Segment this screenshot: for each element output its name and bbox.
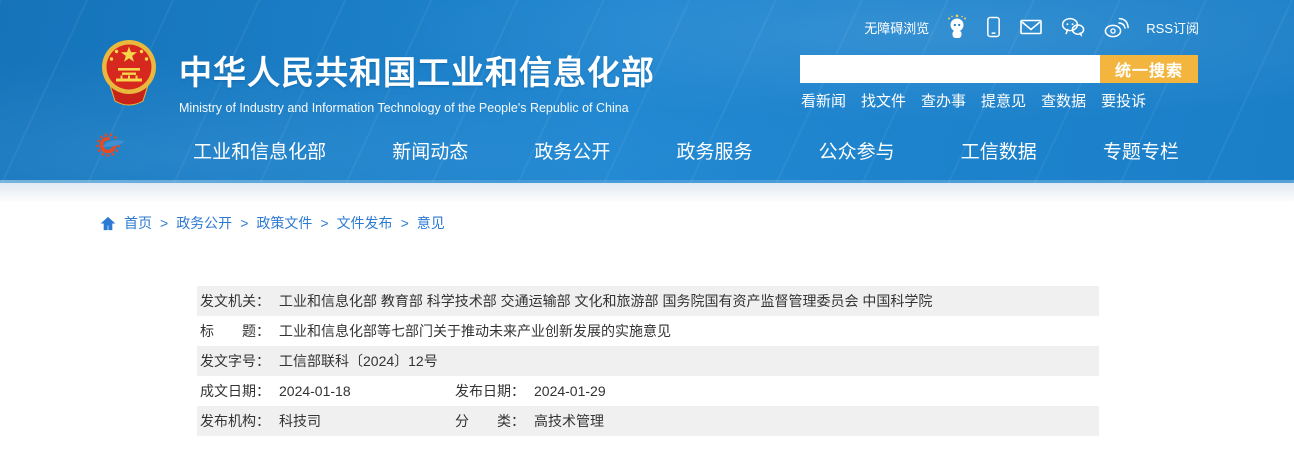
meta-value: 2024-01-29 (534, 383, 606, 399)
meta-label: 成文日期： (200, 381, 270, 401)
meta-cell-written-date: 成文日期： 2024-01-18 (200, 381, 455, 401)
weibo-icon[interactable] (1103, 16, 1129, 39)
rss-link[interactable]: RSS订阅 (1146, 18, 1199, 37)
meta-cell-publisher: 发布机构： 科技司 (200, 411, 455, 431)
meta-label: 发布机构： (200, 411, 270, 431)
search-bar: 统一搜索 (800, 55, 1198, 83)
site-header: 无障碍浏览 (0, 0, 1294, 183)
breadcrumb-separator: > (401, 215, 409, 231)
page: 无障碍浏览 (0, 0, 1294, 464)
nav-item-public-participation[interactable]: 公众参与 (819, 137, 895, 164)
meta-label: 发文字号： (200, 351, 270, 371)
mail-icon[interactable] (1019, 17, 1043, 37)
site-title: 中华人民共和国工业和信息化部 (179, 46, 655, 94)
wechat-icon[interactable] (1060, 16, 1086, 38)
meta-label: 分 类： (455, 411, 525, 431)
accessibility-link[interactable]: 无障碍浏览 (864, 18, 929, 37)
mascot-robot-icon[interactable] (946, 14, 968, 40)
meta-cell-category: 分 类： 高技术管理 (455, 411, 604, 431)
quick-link-complaints[interactable]: 要投诉 (1101, 90, 1146, 111)
nav-item-gov-services[interactable]: 政务服务 (676, 137, 752, 164)
breadcrumb-document-release[interactable]: 文件发布 (337, 213, 393, 233)
miit-gear-logo-icon[interactable] (94, 129, 128, 161)
mobile-icon[interactable] (985, 15, 1002, 39)
meta-value: 工业和信息化部 教育部 科学技术部 交通运输部 文化和旅游部 国务院国有资产监督… (279, 291, 932, 311)
breadcrumb-opinions[interactable]: 意见 (417, 213, 445, 233)
nav-item-special-topics[interactable]: 专题专栏 (1103, 137, 1179, 164)
meta-label: 标 题： (200, 321, 270, 341)
meta-cell-publish-date: 发布日期： 2024-01-29 (455, 381, 606, 401)
nav-items: 工业和信息化部 新闻动态 政务公开 政务服务 公众参与 工信数据 专题专栏 (160, 126, 1212, 174)
national-emblem-icon (100, 38, 158, 108)
meta-value: 高技术管理 (534, 411, 604, 431)
quick-link-data[interactable]: 查数据 (1041, 90, 1086, 111)
doc-meta-table: 发文机关： 工业和信息化部 教育部 科学技术部 交通运输部 文化和旅游部 国务院… (197, 286, 1099, 436)
main-nav: 工业和信息化部 新闻动态 政务公开 政务服务 公众参与 工信数据 专题专栏 (0, 126, 1294, 174)
nav-item-miit-data[interactable]: 工信数据 (961, 137, 1037, 164)
meta-row-dates: 成文日期： 2024-01-18 发布日期： 2024-01-29 (197, 376, 1099, 406)
breadcrumb-gov-disclosure[interactable]: 政务公开 (176, 213, 232, 233)
unified-search-button[interactable]: 统一搜索 (1100, 55, 1198, 83)
quick-links: 看新闻 找文件 查办事 提意见 查数据 要投诉 (801, 90, 1146, 111)
quick-link-suggestions[interactable]: 提意见 (981, 90, 1026, 111)
breadcrumb-separator: > (320, 215, 328, 231)
nav-item-miit[interactable]: 工业和信息化部 (193, 137, 326, 164)
breadcrumb: 首页 > 政务公开 > 政策文件 > 文件发布 > 意见 (100, 214, 1294, 232)
meta-value: 2024-01-18 (279, 383, 351, 399)
meta-row-document-number: 发文字号： 工信部联科〔2024〕12号 (197, 346, 1099, 376)
meta-label: 发布日期： (455, 381, 525, 401)
quick-link-documents[interactable]: 找文件 (861, 90, 906, 111)
meta-label: 发文机关： (200, 291, 270, 311)
meta-value: 工业和信息化部等七部门关于推动未来产业创新发展的实施意见 (279, 321, 671, 341)
breadcrumb-home[interactable]: 首页 (124, 213, 152, 233)
quick-link-news[interactable]: 看新闻 (801, 90, 846, 111)
header-fade-strip (0, 183, 1294, 203)
breadcrumb-separator: > (160, 215, 168, 231)
topbar: 无障碍浏览 (864, 13, 1199, 41)
meta-value: 科技司 (279, 411, 321, 431)
meta-row-issuing-agency: 发文机关： 工业和信息化部 教育部 科学技术部 交通运输部 文化和旅游部 国务院… (197, 286, 1099, 316)
brand-text: 中华人民共和国工业和信息化部 Ministry of Industry and … (179, 38, 655, 115)
breadcrumb-policy-documents[interactable]: 政策文件 (256, 213, 312, 233)
meta-row-publisher-category: 发布机构： 科技司 分 类： 高技术管理 (197, 406, 1099, 436)
site-logo[interactable]: 中华人民共和国工业和信息化部 Ministry of Industry and … (100, 38, 655, 115)
nav-item-gov-disclosure[interactable]: 政务公开 (534, 137, 610, 164)
breadcrumb-separator: > (240, 215, 248, 231)
site-subtitle: Ministry of Industry and Information Tec… (179, 101, 655, 115)
quick-link-services[interactable]: 查办事 (921, 90, 966, 111)
search-input[interactable] (800, 55, 1100, 83)
nav-item-news[interactable]: 新闻动态 (392, 137, 468, 164)
meta-row-title: 标 题： 工业和信息化部等七部门关于推动未来产业创新发展的实施意见 (197, 316, 1099, 346)
meta-value: 工信部联科〔2024〕12号 (279, 351, 438, 371)
home-icon[interactable] (100, 216, 116, 231)
